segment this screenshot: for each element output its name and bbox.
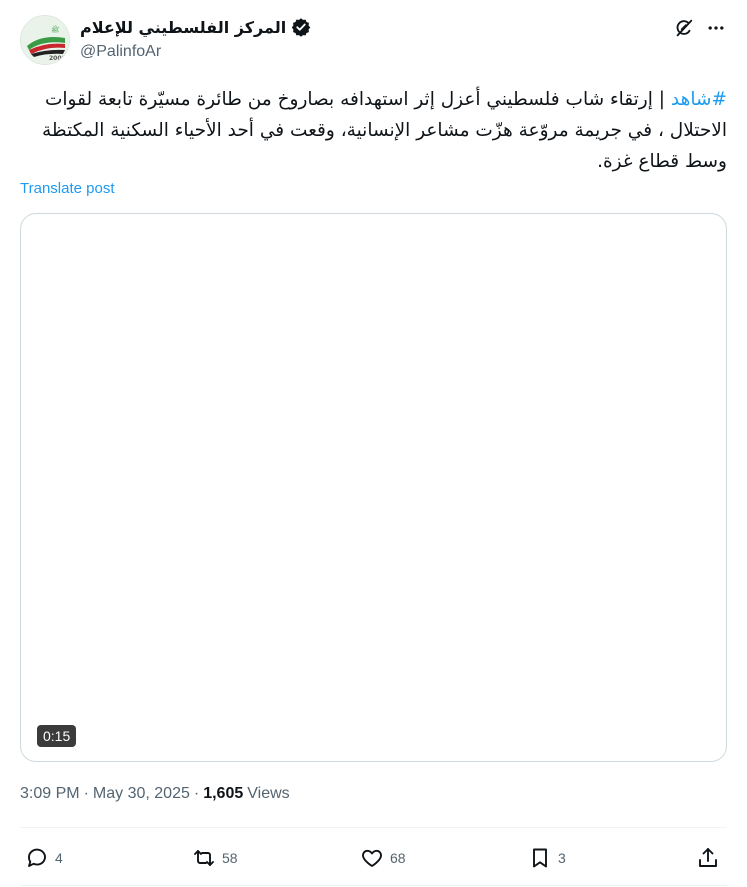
meta-separator: · (193, 785, 200, 802)
like-icon (362, 849, 382, 867)
reply-icon (28, 848, 46, 867)
bookmark-count: 3 (558, 850, 566, 866)
tweet-meta: 3:09 PM · May 30, 2025 · 1,605 Views (20, 785, 290, 803)
more-icon[interactable] (704, 16, 728, 40)
divider (20, 885, 727, 886)
retweet-icon (194, 850, 214, 866)
author-handle[interactable]: @PalinfoAr (80, 43, 161, 61)
share-icon (699, 848, 717, 867)
tweet-date[interactable]: May 30, 2025 (93, 785, 190, 803)
author-name-row: المركز الفلسطيني للإعلام (80, 15, 311, 39)
tweet-time[interactable]: 3:09 PM (20, 785, 80, 803)
divider (20, 827, 727, 828)
tweet-body: | إرتقاء شاب فلسطيني أعزل إثر استهدافه ب… (42, 89, 727, 172)
svg-text:ﷺ: ﷺ (51, 24, 59, 34)
bookmark-button[interactable]: 3 (528, 842, 566, 874)
avatar[interactable]: ﷺ 2000 (20, 15, 70, 65)
action-bar: 4 58 68 3 (20, 842, 727, 874)
translate-post-link[interactable]: Translate post (20, 180, 115, 197)
retweet-count: 58 (222, 850, 238, 866)
author-display-name[interactable]: المركز الفلسطيني للإعلام (80, 18, 286, 37)
reply-button[interactable]: 4 (25, 842, 63, 874)
share-button[interactable] (696, 842, 720, 874)
tweet-text: #شاهد | إرتقاء شاب فلسطيني أعزل إثر استه… (20, 84, 727, 177)
verified-badge-icon[interactable] (291, 17, 311, 37)
like-count: 68 (390, 850, 406, 866)
svg-text:2000: 2000 (49, 55, 66, 62)
views-label: Views (247, 785, 290, 802)
grok-icon[interactable] (672, 16, 696, 40)
views-count: 1,605 (203, 785, 244, 802)
video-duration-badge: 0:15 (37, 725, 77, 747)
bookmark-icon (533, 848, 547, 868)
retweet-button[interactable]: 58 (192, 842, 238, 874)
hashtag-link[interactable]: #شاهد (671, 89, 727, 110)
like-button[interactable]: 68 (360, 842, 406, 874)
meta-separator: · (83, 785, 89, 802)
video-player[interactable]: 0:15 (20, 213, 727, 762)
reply-count: 4 (55, 850, 63, 866)
